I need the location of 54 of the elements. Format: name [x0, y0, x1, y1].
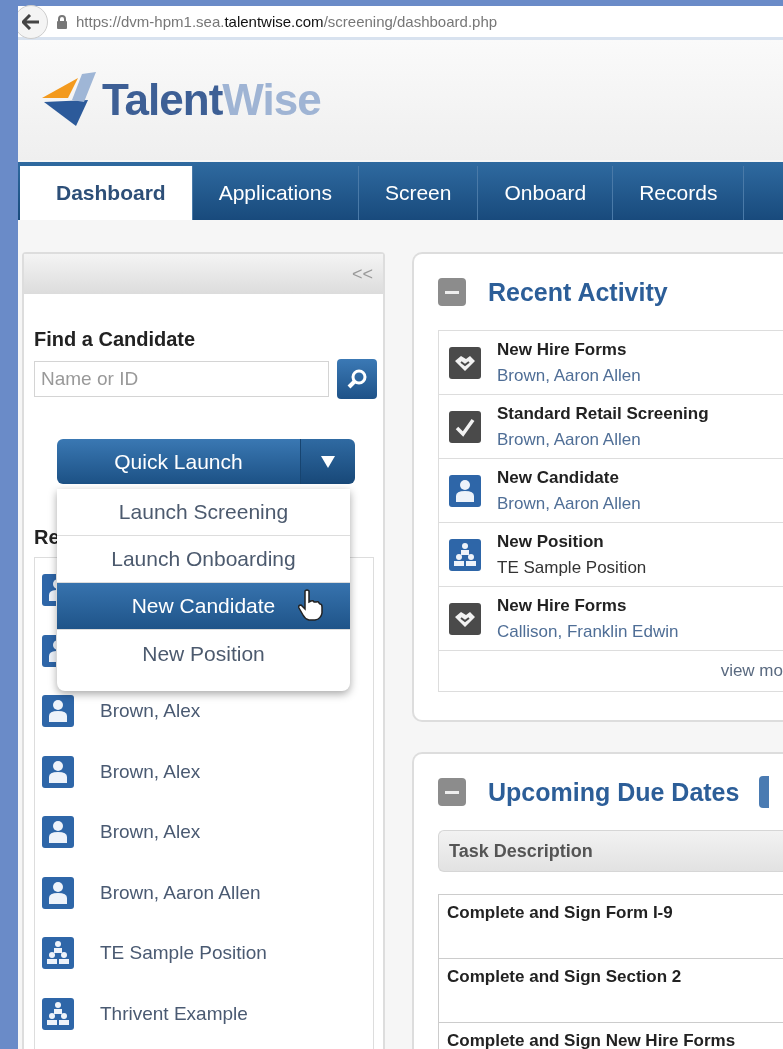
nav-tab[interactable]: Dashboard	[20, 166, 193, 220]
back-arrow-icon	[22, 13, 40, 30]
lock-icon	[56, 14, 68, 29]
org-chart-icon	[42, 997, 74, 1030]
person-icon	[42, 695, 74, 727]
table-cell: Complete and Sign Section 2	[447, 967, 682, 986]
recent-item[interactable]: Brown, Alex	[100, 816, 201, 848]
card-title: Upcoming Due Dates	[488, 777, 740, 807]
person-icon	[42, 816, 74, 848]
dropdown-button[interactable]	[300, 439, 355, 484]
hand-cursor-icon	[297, 589, 323, 621]
org-chart-icon	[42, 937, 74, 969]
menu-item[interactable]: Launch Onboarding	[57, 536, 350, 583]
activity-title: Standard Retail Screening	[497, 403, 709, 424]
menu-item[interactable]: New Position	[57, 630, 350, 677]
toolbar-button[interactable]	[759, 776, 770, 808]
activity-title: New Hire Forms	[497, 339, 628, 360]
menu-item[interactable]: Launch Screening	[57, 489, 350, 536]
activity-title: New Position	[497, 531, 605, 552]
column-header: Task Description	[449, 840, 593, 862]
card-title: Recent Activity	[488, 277, 668, 307]
recent-item[interactable]: Thrivent Example	[100, 997, 248, 1030]
activity-subtitle[interactable]: Brown, Aaron Allen	[497, 365, 641, 386]
recent-item[interactable]: TE Sample Position	[100, 937, 267, 969]
quick-launch-button[interactable]: Quick Launch	[57, 439, 300, 484]
recent-item[interactable]: Brown, Aaron Allen	[100, 876, 261, 909]
search-button[interactable]	[337, 359, 377, 399]
search-icon	[346, 368, 368, 390]
section-title: Find a Candidate	[34, 328, 197, 351]
logo: TalentWise	[38, 72, 321, 128]
table-cell: Complete and Sign New Hire Forms	[447, 1031, 736, 1049]
collapse-button[interactable]	[438, 778, 466, 806]
activity-subtitle[interactable]: Callison, Franklin Edwin	[497, 621, 679, 642]
table-cell: Complete and Sign Form I-9	[447, 903, 673, 922]
activity-title: New Hire Forms	[497, 595, 628, 616]
activity-title: New Candidate	[497, 467, 620, 488]
org-chart-icon	[449, 538, 481, 571]
view-more-link[interactable]: view mo	[720, 661, 783, 681]
recent-item[interactable]: Brown, Alex	[100, 755, 201, 788]
person-icon	[42, 634, 56, 667]
activity-subtitle: TE Sample Position	[497, 557, 647, 578]
back-button[interactable]	[18, 4, 48, 39]
menu-item[interactable]: New Candidate	[57, 583, 350, 630]
activity-subtitle[interactable]: Brown, Aaron Allen	[497, 429, 709, 450]
person-icon	[42, 755, 74, 788]
person-icon	[42, 876, 74, 909]
person-icon	[449, 474, 481, 507]
recent-item[interactable]: Brown, Alex	[100, 695, 201, 727]
activity-subtitle[interactable]: Brown, Aaron Allen	[497, 493, 641, 514]
collapse-button[interactable]	[438, 278, 466, 306]
checkmark-icon	[449, 410, 481, 443]
person-icon	[42, 574, 56, 606]
caret-icon	[321, 455, 335, 468]
search-field[interactable]: Name or ID	[34, 361, 329, 397]
